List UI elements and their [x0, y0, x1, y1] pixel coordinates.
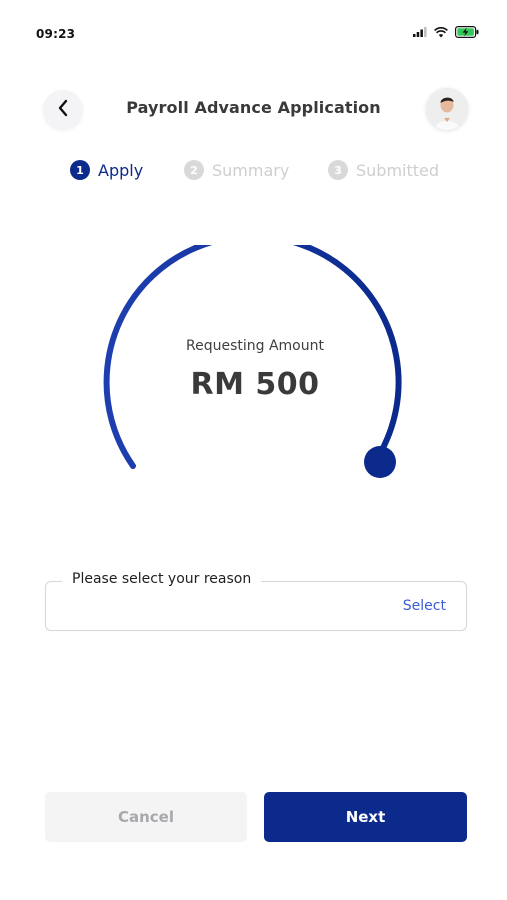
battery-charging-icon — [455, 26, 479, 38]
amount-value: RM 500 — [190, 367, 320, 402]
signal-icon — [413, 27, 427, 37]
step-label: Summary — [212, 160, 290, 180]
step-label: Submitted — [356, 160, 440, 180]
avatar[interactable] — [426, 88, 468, 130]
reason-select-field[interactable]: Please select your reason Select — [45, 571, 467, 631]
app-header: Payroll Advance Application — [0, 84, 507, 136]
step-number: 2 — [184, 160, 204, 180]
status-bar: 09:23 — [0, 0, 507, 64]
step-number: 1 — [70, 160, 90, 180]
status-icons — [413, 26, 479, 38]
wifi-icon — [434, 26, 448, 38]
step-number: 3 — [328, 160, 348, 180]
next-button[interactable]: Next — [264, 792, 467, 842]
reason-label: Please select your reason — [62, 571, 262, 587]
step-summary: 2 Summary — [184, 160, 289, 180]
step-label: Apply — [98, 160, 144, 180]
status-time: 09:23 — [36, 27, 76, 41]
step-apply: 1 Apply — [70, 160, 143, 180]
gauge-arc — [103, 245, 402, 469]
amount-label: Requesting Amount — [186, 338, 324, 354]
amount-gauge[interactable]: Requesting Amount RM 500 — [100, 245, 410, 490]
slider-handle[interactable] — [364, 446, 396, 478]
cancel-button[interactable]: Cancel — [45, 792, 247, 842]
select-reason-link[interactable]: Select — [403, 598, 446, 614]
progress-stepper: 1 Apply 2 Summary 3 Submitted — [0, 160, 507, 186]
step-submitted: 3 Submitted — [328, 160, 439, 180]
